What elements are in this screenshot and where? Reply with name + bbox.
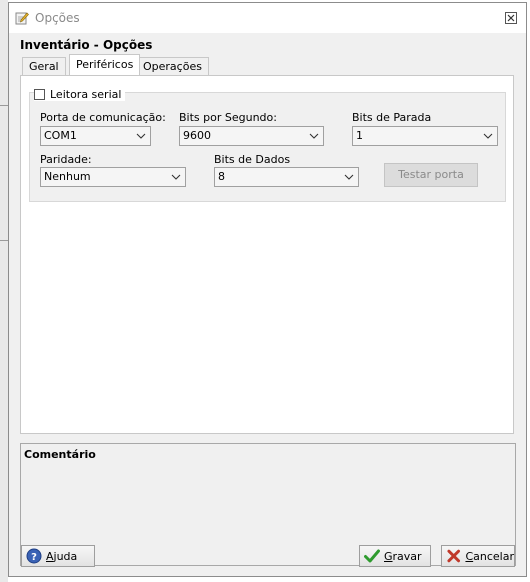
tab-perifericos[interactable]: Periféricos: [69, 54, 141, 75]
title-bar: Opções: [9, 3, 526, 33]
stop-bits-value: 1: [356, 129, 363, 142]
data-bits-label: Bits de Dados: [214, 153, 291, 166]
close-icon: [505, 12, 517, 24]
cancel-button[interactable]: Cancelar: [441, 545, 515, 567]
serial-reader-toggle[interactable]: Leitora serial: [34, 87, 126, 101]
baud-select[interactable]: 9600: [179, 126, 324, 146]
parity-value: Nenhum: [44, 170, 91, 183]
serial-groupbox: Leitora serial Porta de comunicação: COM…: [29, 87, 506, 202]
background-divider: [0, 240, 8, 241]
port-value: COM1: [44, 129, 77, 142]
chevron-down-icon: [136, 133, 146, 139]
chevron-down-icon: [171, 174, 181, 180]
tab-label: Geral: [29, 60, 59, 73]
checkmark-icon: [364, 549, 380, 563]
tab-geral[interactable]: Geral: [22, 57, 66, 75]
background-divider: [0, 105, 8, 106]
port-label: Porta de comunicação:: [40, 111, 166, 124]
background-window-edge: [0, 0, 8, 582]
options-dialog: Opções Inventário - Opções Geral Perifér…: [8, 2, 527, 577]
stop-bits-select[interactable]: 1: [352, 126, 498, 146]
tab-label: Periféricos: [76, 58, 134, 71]
help-icon: ?: [26, 548, 42, 564]
serial-reader-checkbox[interactable]: [34, 88, 45, 100]
svg-text:?: ?: [31, 552, 37, 563]
serial-reader-label: Leitora serial: [50, 87, 122, 101]
baud-label: Bits por Segundo:: [179, 111, 277, 124]
x-cancel-icon: [447, 549, 461, 563]
parity-select[interactable]: Nenhum: [40, 167, 186, 187]
form-heading: Inventário - Opções: [20, 38, 153, 52]
close-button[interactable]: [502, 9, 520, 27]
window-title: Opções: [35, 11, 80, 25]
data-bits-value: 8: [218, 170, 225, 183]
save-button[interactable]: Gravar: [359, 545, 431, 567]
stop-bits-label: Bits de Parada: [352, 111, 432, 124]
edit-note-icon: [15, 12, 29, 25]
test-port-button[interactable]: Testar porta: [384, 163, 478, 187]
tab-label: Operações: [143, 60, 202, 73]
perifericos-panel: Leitora serial Porta de comunicação: COM…: [20, 75, 514, 434]
chevron-down-icon: [483, 133, 493, 139]
parity-label: Paridade:: [40, 153, 92, 166]
data-bits-select[interactable]: 8: [214, 167, 359, 187]
baud-value: 9600: [183, 129, 211, 142]
help-label: Ajuda: [46, 549, 78, 563]
tab-operacoes[interactable]: Operações: [136, 57, 209, 75]
chevron-down-icon: [309, 133, 319, 139]
port-select[interactable]: COM1: [40, 126, 151, 146]
help-button[interactable]: ? Ajuda: [21, 545, 95, 567]
save-label: Gravar: [384, 549, 422, 563]
comment-title: Comentário: [24, 448, 96, 461]
chevron-down-icon: [344, 174, 354, 180]
cancel-label: Cancelar: [465, 549, 514, 563]
